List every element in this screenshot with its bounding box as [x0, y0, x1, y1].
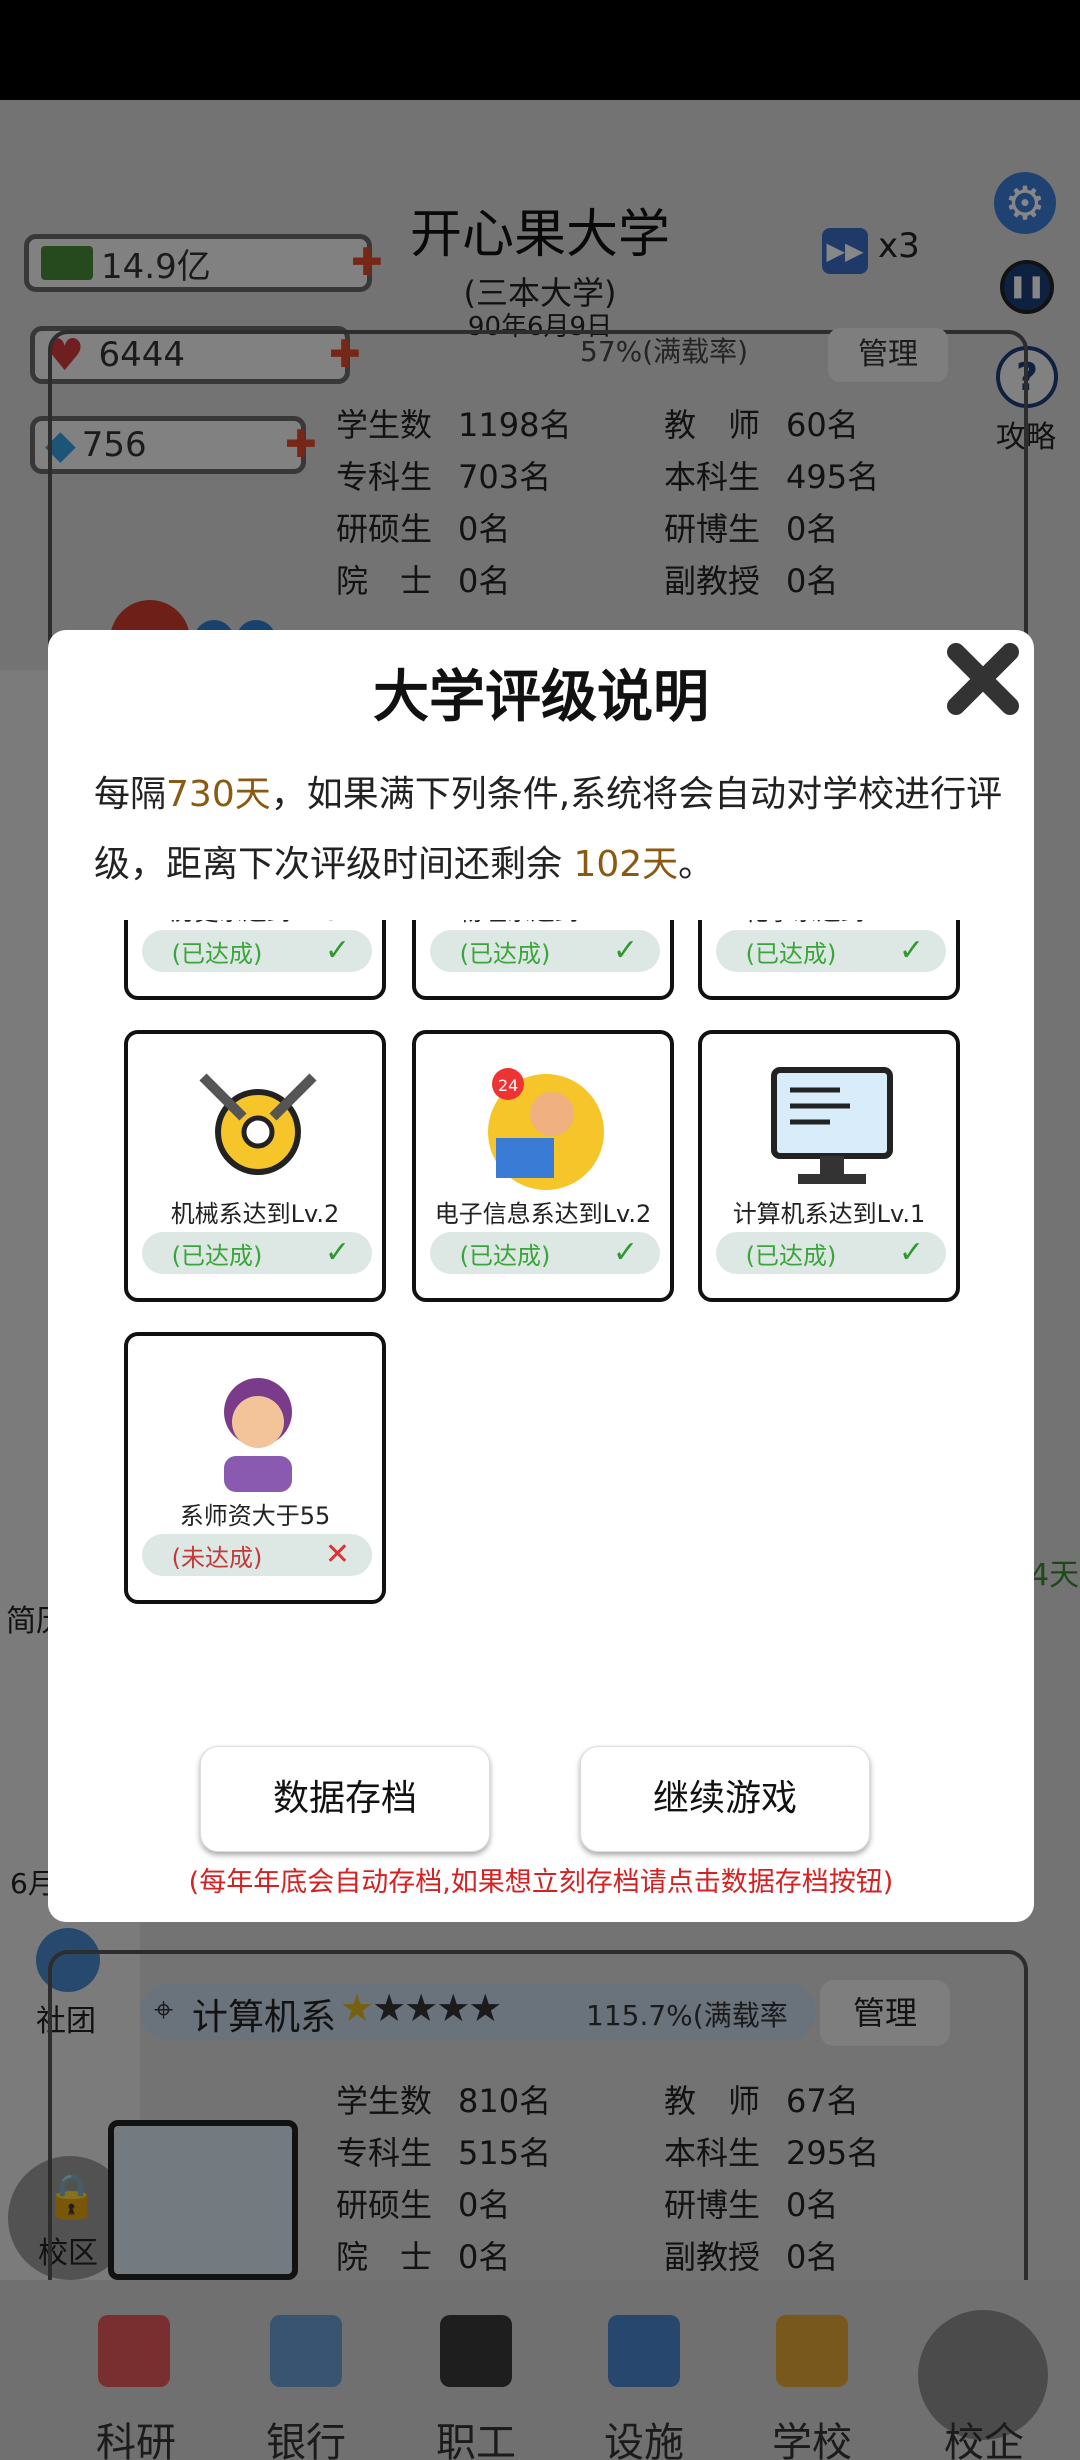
cross-icon: ✕ [324, 1537, 350, 1572]
autosave-note: (每年年底会自动存档,如果想立刻存档请点击数据存档按钮) [188, 1867, 894, 1898]
status-text: (未达成) [171, 1544, 263, 1572]
checkmark-icon: ✓ [612, 933, 638, 968]
requirement-caption: 计算机系达到Lv.1 [732, 1200, 926, 1228]
status-text: (已达成) [459, 1242, 551, 1270]
requirement-status: (已达成) ✓ [430, 1232, 660, 1274]
requirement-status: (已达成) ✓ [716, 930, 946, 972]
save-data-button[interactable]: 数据存档 [200, 1746, 490, 1852]
checkmark-icon: ✓ [612, 1235, 638, 1270]
teacher-icon [224, 1378, 292, 1492]
close-button[interactable] [938, 634, 1028, 724]
requirement-caption: 历史系达到Lv.3 [128, 920, 382, 927]
requirement-caption: 机械系达到Lv.2 [170, 1200, 340, 1228]
requirement-caption: 电子信息系达到Lv.2 [434, 1200, 652, 1228]
requirement-card: 系师资大于55 (未达成) ✕ [124, 1332, 386, 1604]
status-text: (已达成) [459, 940, 551, 968]
rating-description: 每隔730天，如果满下列条件,系统将会自动对学校进行评级，距离下次评级时间还剩余… [94, 760, 1014, 900]
status-text: (已达成) [745, 940, 837, 968]
requirement-status: (未达成) ✕ [142, 1534, 372, 1576]
rating-info-dialog: 大学评级说明 每隔730天，如果满下列条件,系统将会自动对学校进行评级，距离下次… [48, 630, 1034, 1922]
status-text: (已达成) [171, 1242, 263, 1270]
rating-interval: 730天 [166, 774, 271, 815]
close-icon [947, 643, 1019, 715]
status-bar [0, 0, 1080, 100]
checkmark-icon: ✓ [898, 1235, 924, 1270]
requirement-card: 物理系达到Lv.2 (已达成) ✓ [412, 920, 674, 1000]
computer-icon [771, 1067, 893, 1184]
support-agent-icon: 24 [488, 1068, 604, 1190]
requirement-status: (已达成) ✓ [142, 1232, 372, 1274]
svg-text:24: 24 [498, 1076, 518, 1095]
checkmark-icon: ✓ [324, 933, 350, 968]
requirement-status: (已达成) ✓ [142, 930, 372, 972]
requirement-card: 24 电子信息系达到Lv.2 (已达成) ✓ [412, 1030, 674, 1302]
days-remaining: 102天 [573, 844, 679, 885]
requirement-card: 计算机系达到Lv.1 (已达成) ✓ [698, 1030, 960, 1302]
requirement-status: (已达成) ✓ [430, 930, 660, 972]
requirement-card: 历史系达到Lv.3 (已达成) ✓ [124, 920, 386, 1000]
status-text: (已达成) [171, 940, 263, 968]
requirement-status: (已达成) ✓ [716, 1232, 946, 1274]
requirement-card: 机械系达到Lv.2 (已达成) ✓ [124, 1030, 386, 1302]
desc-part-1: 每隔 [94, 774, 167, 815]
requirement-caption: 物理系达到Lv.2 [416, 920, 670, 927]
status-text: (已达成) [745, 1242, 837, 1270]
checkmark-icon: ✓ [324, 1235, 350, 1270]
requirement-caption: 化学系达到Lv.2 [702, 920, 956, 927]
gear-tools-icon [199, 1073, 317, 1175]
checkmark-icon: ✓ [898, 933, 924, 968]
desc-part-3: 。 [678, 844, 715, 885]
requirement-card: 化学系达到Lv.2 (已达成) ✓ [698, 920, 960, 1000]
dialog-title: 大学评级说明 [373, 665, 709, 730]
continue-game-button[interactable]: 继续游戏 [580, 1746, 870, 1852]
requirement-caption: 系师资大于55 [179, 1502, 331, 1530]
requirements-grid[interactable]: 历史系达到Lv.3 (已达成) ✓ 物理系达到Lv.2 (已达成) ✓ 化学系达到Lv.2 (… [48, 920, 1034, 1710]
